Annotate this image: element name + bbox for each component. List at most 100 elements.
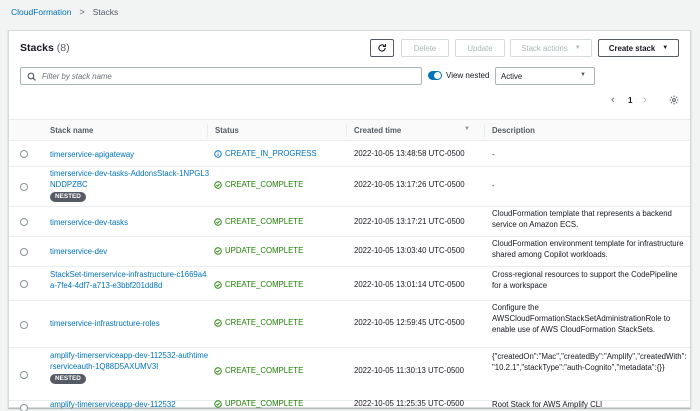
row-select-radio[interactable] bbox=[20, 404, 28, 411]
status-text: CREATE_COMPLETE bbox=[225, 280, 304, 289]
stack-actions-label: Stack actions bbox=[521, 43, 568, 53]
row-select-radio[interactable] bbox=[20, 218, 28, 226]
created-time-cell: 2022-10-05 13:03:40 UTC-0500 bbox=[354, 246, 465, 255]
check-circle-icon bbox=[214, 318, 222, 327]
row-select-radio[interactable] bbox=[20, 248, 28, 256]
column-header-created-time[interactable]: Created time bbox=[354, 126, 401, 135]
table-settings-button[interactable] bbox=[669, 93, 679, 107]
view-nested-toggle[interactable] bbox=[428, 71, 442, 80]
status-text: CREATE_COMPLETE bbox=[225, 217, 304, 226]
caret-down-icon: ▼ bbox=[662, 45, 669, 51]
stack-count: (8) bbox=[56, 42, 70, 54]
caret-down-icon: ▼ bbox=[574, 45, 581, 51]
created-time-cell: 2022-10-05 12:59:45 UTC-0500 bbox=[354, 318, 465, 327]
search-icon bbox=[27, 72, 36, 81]
created-time-cell: 2022-10-05 13:48:58 UTC-0500 bbox=[354, 149, 465, 158]
description-cell: Root Stack for AWS Amplify CLI bbox=[492, 400, 603, 409]
create-stack-label: Create stack bbox=[608, 43, 656, 53]
delete-button[interactable]: Delete bbox=[401, 39, 449, 57]
filter-stack-name-input[interactable] bbox=[42, 71, 402, 81]
created-time-cell: 2022-10-05 13:17:26 UTC-0500 bbox=[354, 180, 465, 189]
table-row[interactable]: timerservice-dev-tasks CREATE_COMPLETE 202… bbox=[9, 207, 690, 237]
status-text: CREATE_COMPLETE bbox=[225, 366, 304, 375]
check-circle-icon bbox=[214, 246, 222, 255]
created-time-cell: 2022-10-05 11:30:13 UTC-0500 bbox=[354, 366, 464, 375]
stack-name-cell: StackSet-timerservice-infrastructure-c16… bbox=[50, 269, 210, 291]
stacks-panel: Stacks (8) Delete Update Stack actions ▼… bbox=[8, 30, 691, 411]
stack-name-cell: amplify-timerserviceapp-dev-112532-autht… bbox=[50, 350, 210, 384]
stack-name-link[interactable]: amplify-timerserviceapp-dev-112532 bbox=[50, 400, 176, 409]
stack-name-link[interactable]: amplify-timerserviceapp-dev-112532-autht… bbox=[50, 351, 208, 371]
table-row[interactable]: timerservice-apigateway CREATE_IN_PROGRES… bbox=[9, 141, 690, 167]
refresh-icon bbox=[378, 43, 386, 52]
stack-name-link[interactable]: timerservice-dev-tasks bbox=[50, 218, 128, 227]
status-cell: UPDATE_COMPLETE bbox=[214, 246, 303, 255]
table-header: Stack name Status Created time ▼ Descrip… bbox=[9, 119, 690, 141]
table-row[interactable]: timerservice-dev UPDATE_COMPLETE 2022-10-0… bbox=[9, 237, 690, 267]
nested-badge: NESTED bbox=[50, 192, 86, 202]
stack-name-cell: timerservice-infrastructure-roles bbox=[50, 318, 210, 329]
stack-name-link[interactable]: timerservice-apigateway bbox=[50, 150, 134, 159]
status-filter-select[interactable]: Active ▼ bbox=[495, 67, 595, 85]
view-nested-label: View nested bbox=[446, 71, 490, 80]
row-select-radio[interactable] bbox=[20, 150, 28, 158]
table-row[interactable]: amplify-timerserviceapp-dev-112532-autht… bbox=[9, 348, 690, 401]
status-cell: CREATE_COMPLETE bbox=[214, 217, 303, 226]
check-circle-icon bbox=[214, 280, 222, 289]
stack-actions-button[interactable]: Stack actions ▼ bbox=[510, 39, 592, 57]
column-divider bbox=[484, 124, 485, 137]
stack-name-cell: amplify-timerserviceapp-dev-112532 bbox=[50, 399, 210, 410]
caret-down-icon: ▼ bbox=[580, 72, 586, 78]
stack-name-cell: timerservice-apigateway bbox=[50, 149, 210, 160]
breadcrumb-cloudformation-link[interactable]: CloudFormation bbox=[11, 7, 71, 17]
table-row[interactable]: timerservice-dev-tasks-AddonsStack-1NPGL… bbox=[9, 167, 690, 207]
refresh-button[interactable] bbox=[370, 39, 394, 57]
description-cell: {"createdOn":"Mac","createdBy":"Amplify"… bbox=[492, 352, 687, 372]
stack-name-link[interactable]: timerservice-dev bbox=[50, 247, 107, 256]
stack-name-link[interactable]: timerservice-dev-tasks-AddonsStack-1NPGL… bbox=[50, 169, 209, 189]
breadcrumb: CloudFormation > Stacks bbox=[11, 6, 118, 18]
created-time-cell: 2022-10-05 13:01:14 UTC-0500 bbox=[354, 280, 465, 289]
pagination-current-page[interactable]: 1 bbox=[628, 93, 632, 107]
status-filter-value: Active bbox=[501, 71, 523, 81]
description-cell: Configure the AWSCloudFormationStackSetA… bbox=[492, 303, 671, 334]
row-select-radio[interactable] bbox=[20, 371, 28, 379]
column-header-description[interactable]: Description bbox=[492, 126, 535, 135]
description-cell: CloudFormation environment template for … bbox=[492, 239, 684, 259]
page-title-text: Stacks bbox=[20, 42, 54, 54]
check-circle-icon bbox=[214, 217, 222, 226]
status-cell: CREATE_COMPLETE bbox=[214, 318, 303, 327]
status-cell: UPDATE_COMPLETE bbox=[214, 399, 303, 408]
filter-search-box bbox=[20, 67, 422, 85]
pagination-next-button[interactable]: › bbox=[643, 93, 647, 107]
status-cell: CREATE_COMPLETE bbox=[214, 366, 303, 375]
column-divider bbox=[207, 124, 208, 137]
create-stack-button[interactable]: Create stack ▼ bbox=[598, 39, 679, 57]
table-row[interactable]: StackSet-timerservice-infrastructure-c16… bbox=[9, 267, 690, 301]
stack-name-cell: timerservice-dev bbox=[50, 246, 210, 257]
status-text: CREATE_COMPLETE bbox=[225, 180, 304, 189]
column-header-status[interactable]: Status bbox=[215, 126, 239, 135]
table-row[interactable]: timerservice-infrastructure-roles CREATE_… bbox=[9, 301, 690, 348]
status-text: UPDATE_COMPLETE bbox=[225, 246, 304, 255]
description-cell: - bbox=[492, 181, 495, 190]
stack-name-cell: timerservice-dev-tasks bbox=[50, 217, 210, 228]
status-text: CREATE_COMPLETE bbox=[225, 318, 304, 327]
row-select-radio[interactable] bbox=[20, 183, 28, 191]
table-row[interactable]: amplify-timerserviceapp-dev-112532 UPDATE… bbox=[9, 399, 690, 411]
sort-descending-icon[interactable]: ▼ bbox=[464, 126, 470, 132]
update-button[interactable]: Update bbox=[455, 39, 505, 57]
nested-badge: NESTED bbox=[50, 374, 86, 384]
breadcrumb-current: Stacks bbox=[92, 7, 119, 17]
stack-name-link[interactable]: timerservice-infrastructure-roles bbox=[50, 319, 160, 328]
row-select-radio[interactable] bbox=[20, 321, 28, 329]
status-text: UPDATE_COMPLETE bbox=[225, 399, 304, 408]
row-select-radio[interactable] bbox=[20, 280, 28, 288]
status-text: CREATE_IN_PROGRESS bbox=[225, 149, 317, 158]
column-header-stack-name[interactable]: Stack name bbox=[50, 126, 93, 135]
stack-name-link[interactable]: StackSet-timerservice-infrastructure-c16… bbox=[50, 270, 206, 290]
pagination-prev-button[interactable]: ‹ bbox=[611, 93, 615, 107]
created-time-cell: 2022-10-05 13:17:21 UTC-0500 bbox=[354, 217, 465, 226]
description-cell: CloudFormation template that represents … bbox=[492, 209, 672, 229]
breadcrumb-separator: > bbox=[79, 7, 85, 17]
